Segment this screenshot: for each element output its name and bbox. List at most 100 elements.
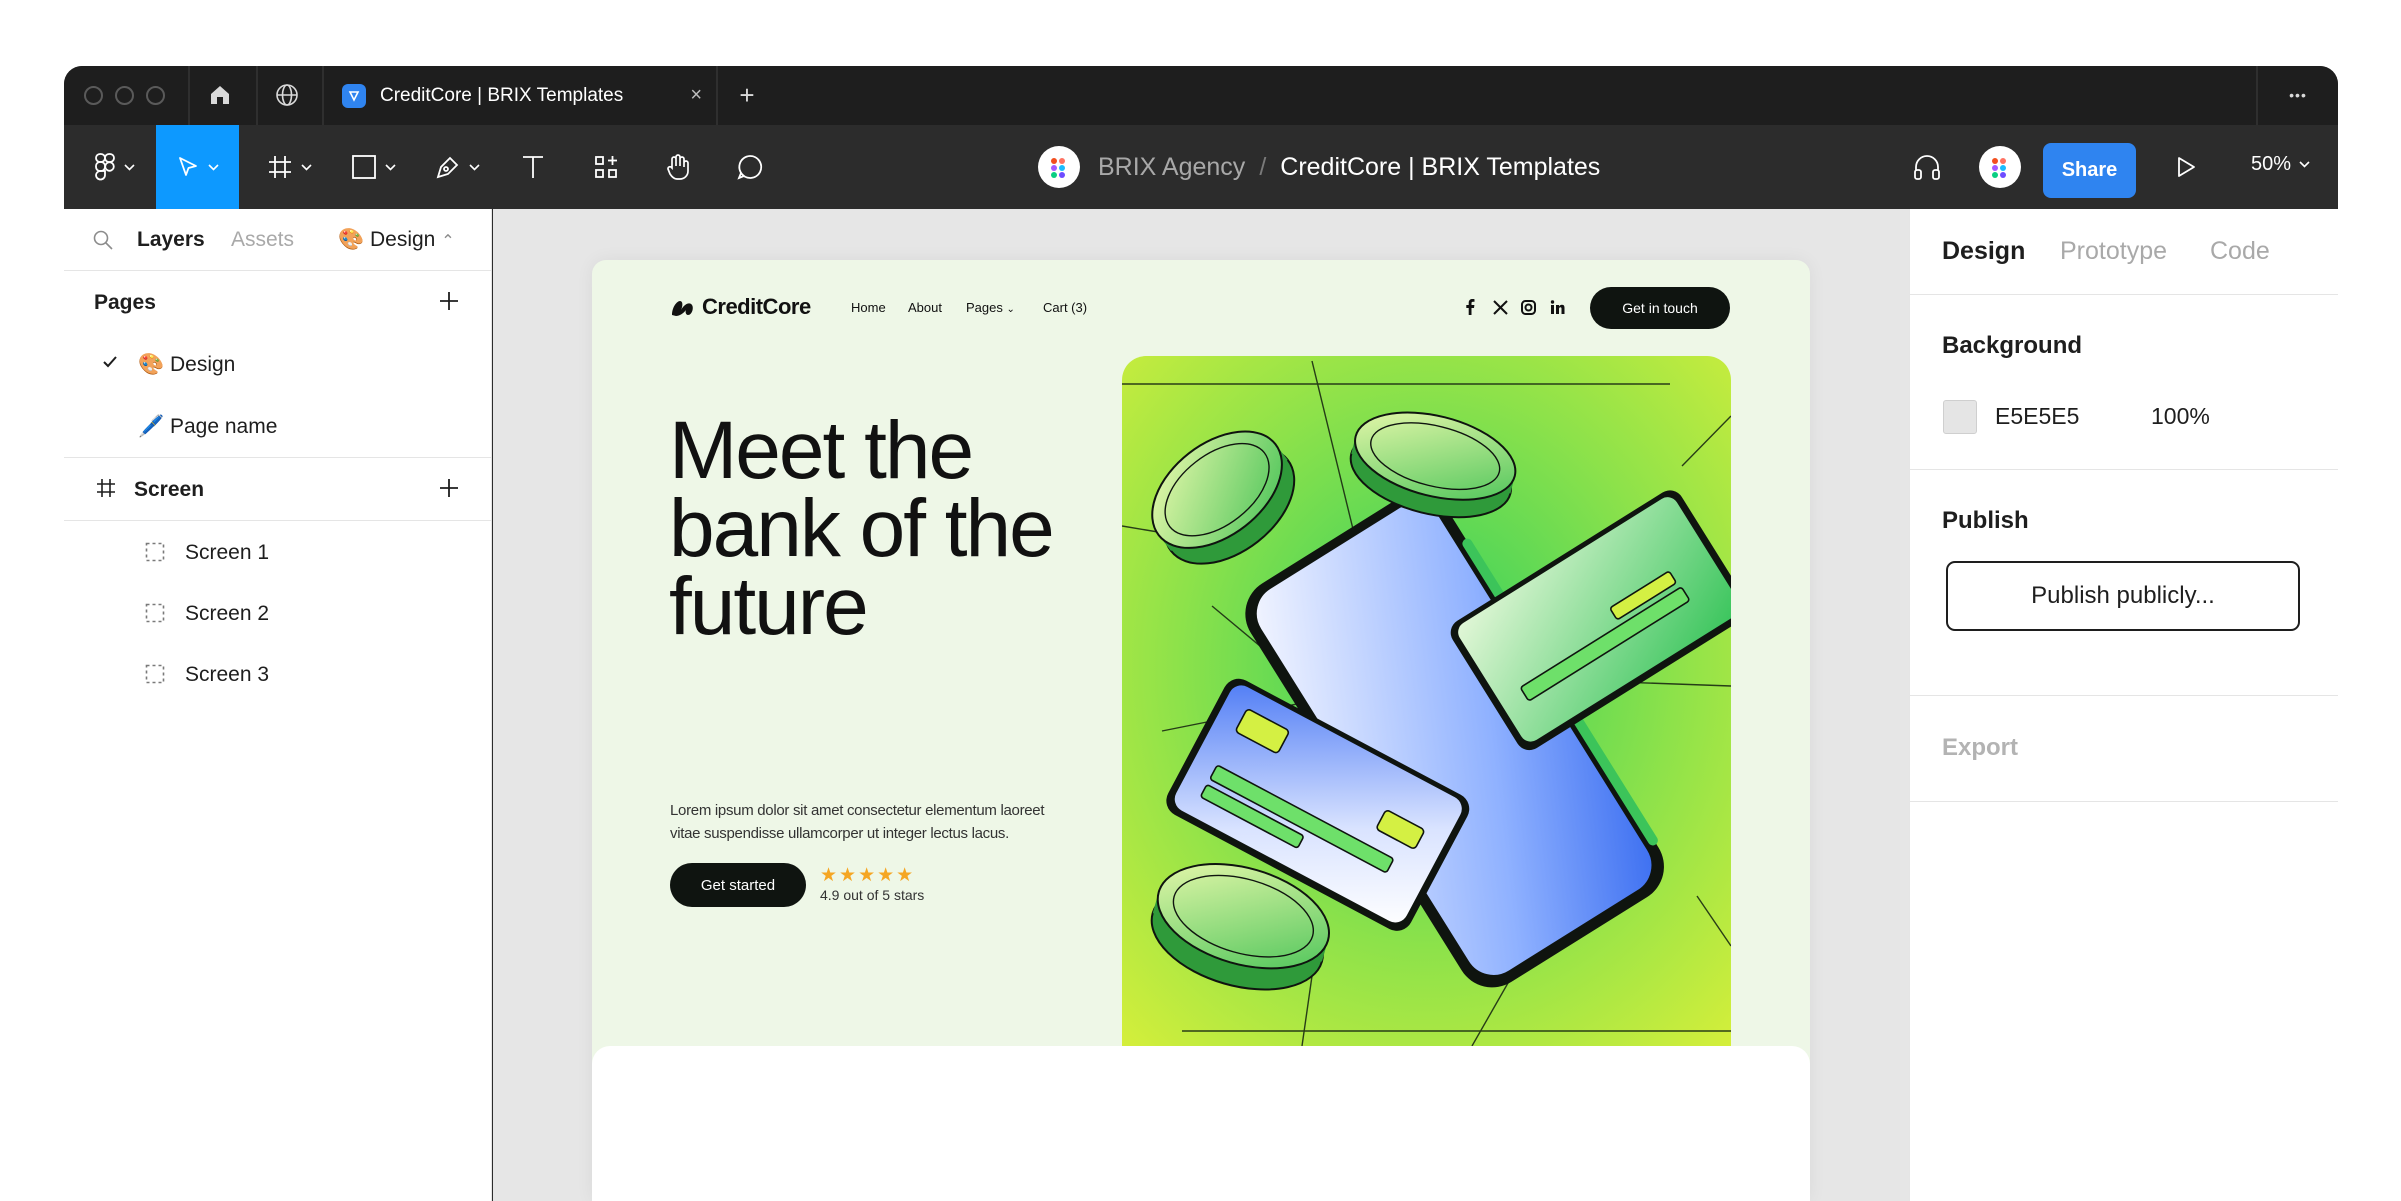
tab-prototype[interactable]: Prototype [2060,237,2167,266]
publish-section: Publish Publish publicly... [1910,470,2338,696]
cursor-icon [179,157,197,176]
page-item-label: 🖊️ Page name [138,415,278,438]
rectangle-icon [351,155,376,179]
audio-button[interactable] [1899,125,1955,209]
layer-item-screen-1[interactable]: Screen 1 [64,521,491,582]
get-started-button[interactable]: Get started [670,863,806,907]
present-button[interactable] [2158,125,2214,209]
chevron-up-icon: ⌃ [441,233,455,250]
search-icon[interactable] [92,229,114,251]
dashed-frame-icon [145,603,165,623]
document-tab[interactable]: CreditCore | BRIX Templates × [324,66,716,125]
dashed-frame-icon [145,542,165,562]
team-avatar [1038,146,1080,188]
headphones-icon [1914,155,1940,180]
window-close-dot[interactable] [84,86,103,105]
home-icon[interactable] [206,81,234,109]
file-breadcrumb[interactable]: BRIX Agency / CreditCore | BRIX Template… [1038,145,1600,189]
nav-link-pages-label: Pages [966,300,1003,315]
layer-item-label: Screen 2 [185,602,270,625]
frame-tool-button[interactable] [256,125,322,209]
frame-hash-icon [268,156,291,178]
zoom-dropdown[interactable]: 50% [2251,153,2310,176]
comment-tool-button[interactable] [722,125,778,209]
tab-separator [188,66,190,125]
hand-tool-button[interactable] [650,125,706,209]
pen-tool-button[interactable] [424,125,490,209]
components-icon [595,156,617,178]
new-tab-icon[interactable]: + [733,80,761,110]
layer-item-screen-3[interactable]: Screen 3 [64,643,491,704]
page-selector[interactable]: 🎨 Design ⌃ [338,228,455,252]
get-in-touch-button[interactable]: Get in touch [1590,287,1730,329]
hand-icon [667,154,689,180]
publish-publicly-button[interactable]: Publish publicly... [1946,561,2300,631]
figma-window: CreditCore | BRIX Templates × + ••• BRIX… [64,66,2338,1201]
hero-illustration [1122,356,1731,1046]
globe-icon[interactable] [273,81,301,109]
text-icon [523,156,543,178]
file-name[interactable]: CreditCore | BRIX Templates [1280,153,1600,182]
publish-title: Publish [1942,507,2029,534]
design-frame[interactable]: CreditCore Home About Pages ⌄ Cart (3) G… [592,260,1810,1201]
add-layer-icon[interactable] [437,476,461,500]
facebook-icon[interactable] [1461,298,1479,316]
export-title: Export [1942,734,2019,761]
main-menu-button[interactable] [78,125,150,209]
text-tool-button[interactable] [505,125,561,209]
tab-separator [2256,66,2258,125]
background-section: Background E5E5E5 100% [1910,295,2338,470]
share-button[interactable]: Share [2043,143,2136,198]
screen-section-title: Screen [134,478,205,501]
tab-assets[interactable]: Assets [231,228,294,252]
tab-layers[interactable]: Layers [137,228,205,252]
figma-file-icon [342,83,366,108]
user-avatar[interactable] [1975,125,2025,209]
site-logo[interactable]: CreditCore [670,294,811,320]
figma-logo-icon [94,153,115,181]
document-tab-title: CreditCore | BRIX Templates [380,84,624,106]
background-color-swatch[interactable] [1943,400,1977,434]
layer-screen-section[interactable]: Screen [64,458,491,520]
export-section[interactable]: Export [1910,696,2338,802]
background-hex-input[interactable]: E5E5E5 [1995,403,2079,430]
tab-design[interactable]: Design [1942,237,2025,266]
move-tool-button[interactable] [156,125,239,209]
breadcrumb-separator: / [1259,152,1267,181]
layer-item-screen-2[interactable]: Screen 2 [64,582,491,643]
resources-tool-button[interactable] [578,125,634,209]
background-opacity-input[interactable]: 100% [2151,403,2210,430]
chevron-down-icon: ⌄ [1006,304,1015,315]
comment-icon [737,155,763,180]
more-options-icon[interactable]: ••• [2281,81,2315,109]
nav-link-home[interactable]: Home [851,300,886,315]
logo-text: CreditCore [702,294,811,319]
zoom-value: 50% [2251,153,2292,175]
rating-text: 4.9 out of 5 stars [820,887,925,903]
chevron-down-icon [468,163,480,171]
page-item-design[interactable]: 🎨 Design [64,333,491,395]
page-item-label: 🎨 Design [138,353,236,376]
close-tab-icon[interactable]: × [690,84,702,107]
properties-panel: Design Prototype Code Background E5E5E5 … [1909,209,2338,1201]
window-maximize-dot[interactable] [146,86,165,105]
site-navbar: CreditCore Home About Pages ⌄ Cart (3) G… [592,260,1810,354]
shape-tool-button[interactable] [340,125,406,209]
linkedin-icon[interactable] [1548,298,1566,316]
page-item-page-name[interactable]: 🖊️ Page name [64,395,491,457]
window-minimize-dot[interactable] [115,86,134,105]
add-page-icon[interactable] [437,289,461,313]
tab-code[interactable]: Code [2210,237,2270,266]
chevron-down-icon [384,163,396,171]
team-name[interactable]: BRIX Agency [1098,153,1245,182]
hero-description: Lorem ipsum dolor sit amet consectetur e… [670,802,1045,842]
instagram-icon[interactable] [1519,298,1537,316]
play-icon [2178,157,2195,177]
nav-link-cart[interactable]: Cart (3) [1043,300,1087,315]
creditcore-logo-icon [672,301,693,316]
x-twitter-icon[interactable] [1491,298,1509,316]
pages-title: Pages [94,291,156,314]
design-canvas[interactable]: CreditCore Home About Pages ⌄ Cart (3) G… [493,209,1909,1201]
nav-link-pages[interactable]: Pages ⌄ [966,300,1015,315]
nav-link-about[interactable]: About [908,300,942,315]
